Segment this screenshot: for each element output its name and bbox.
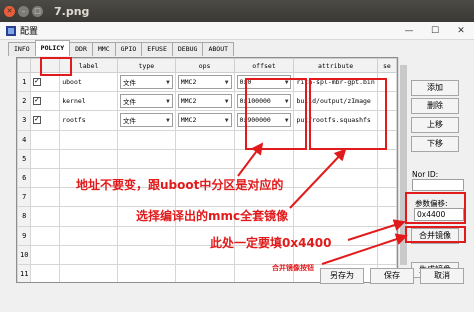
annotation-param-note: 此处一定要填0x4400	[210, 236, 332, 250]
merge-arrow	[321, 233, 408, 265]
annotation-offset-note: 地址不要变，跟uboot中分区是对应的	[76, 178, 284, 192]
annotation-image-note: 选择编译出的mmc全套镜像	[136, 209, 289, 223]
offset-arrow	[237, 142, 264, 177]
attribute-arrow	[289, 148, 347, 209]
annotation-arrows	[237, 142, 408, 265]
annotation-merge-note: 合并镜像按钮	[272, 264, 314, 272]
param-offset-arrow	[347, 219, 406, 241]
